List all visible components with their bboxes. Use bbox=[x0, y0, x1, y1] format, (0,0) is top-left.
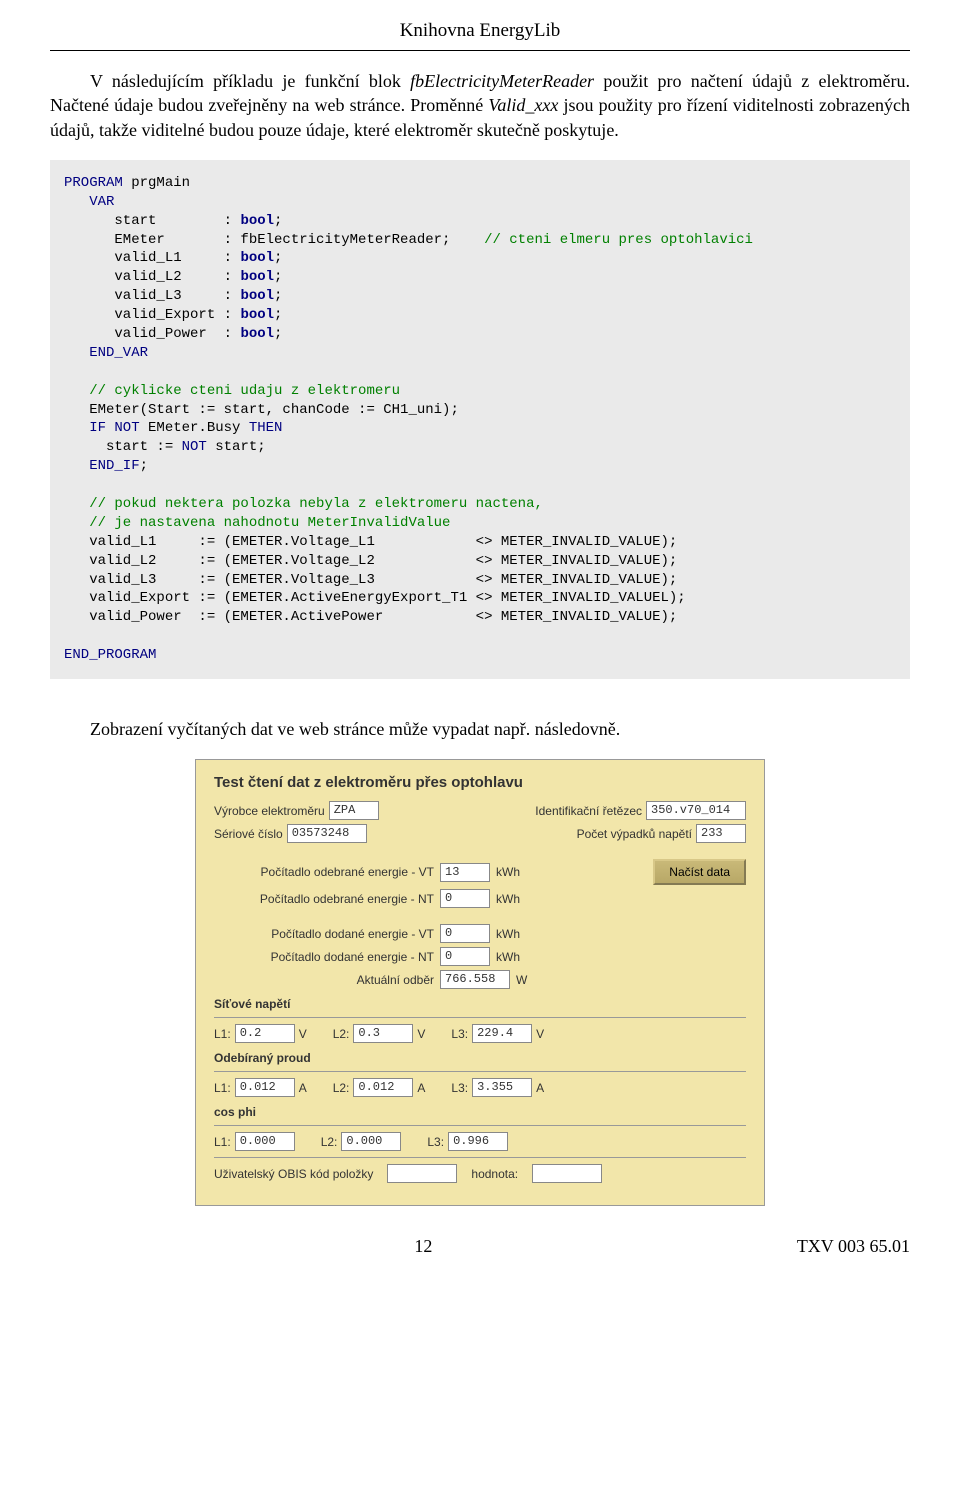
unit: kWh bbox=[496, 865, 520, 879]
row-cons-nt: Počítadlo odebrané energie - NT 0 kWh bbox=[214, 889, 746, 908]
label: L2: bbox=[333, 1027, 350, 1041]
rule bbox=[214, 1017, 746, 1018]
intro-paragraph: V následujícím příkladu je funkční blok … bbox=[50, 69, 910, 142]
load-data-button[interactable]: Načíst data bbox=[653, 859, 746, 885]
label: L3: bbox=[451, 1027, 468, 1041]
page-number: 12 bbox=[414, 1236, 432, 1257]
web-panel: Test čtení dat z elektroměru přes optohl… bbox=[195, 759, 765, 1206]
field-cons-nt[interactable]: 0 bbox=[440, 889, 490, 908]
field-v-l2[interactable]: 0.3 bbox=[353, 1024, 413, 1043]
label: Počet výpadků napětí bbox=[577, 827, 692, 841]
unit: V bbox=[299, 1027, 307, 1041]
label: hodnota: bbox=[471, 1167, 518, 1181]
field-i-l2[interactable]: 0.012 bbox=[353, 1078, 413, 1097]
label: Počítadlo dodané energie - VT bbox=[214, 927, 434, 941]
code-name-1: fbElectricityMeterReader bbox=[410, 71, 594, 91]
field-v-l3[interactable]: 229.4 bbox=[472, 1024, 532, 1043]
row-actual: Aktuální odběr 766.558 W bbox=[214, 970, 746, 989]
label: L1: bbox=[214, 1081, 231, 1095]
label: L2: bbox=[333, 1081, 350, 1095]
field-cons-vt[interactable]: 13 bbox=[440, 863, 490, 882]
label: L1: bbox=[214, 1135, 231, 1149]
text: V následujícím příkladu je funkční blok bbox=[90, 71, 410, 91]
field-i-l1[interactable]: 0.012 bbox=[235, 1078, 295, 1097]
label: Aktuální odběr bbox=[214, 973, 434, 987]
label: L1: bbox=[214, 1027, 231, 1041]
code-block: PROGRAM prgMain VAR start : bool; EMeter… bbox=[50, 160, 910, 679]
row-cons-vt: Počítadlo odebrané energie - VT 13 kWh N… bbox=[214, 859, 746, 885]
field-v-l1[interactable]: 0.2 bbox=[235, 1024, 295, 1043]
unit: V bbox=[536, 1027, 544, 1041]
label: Uživatelský OBIS kód položky bbox=[214, 1167, 373, 1181]
page-header: Knihovna EnergyLib bbox=[50, 20, 910, 42]
rule bbox=[214, 1157, 746, 1158]
rule bbox=[214, 1125, 746, 1126]
code-name-2: Valid_xxx bbox=[488, 95, 558, 115]
row-sup-vt: Počítadlo dodané energie - VT 0 kWh bbox=[214, 924, 746, 943]
label: Identifikační řetězec bbox=[535, 804, 642, 818]
label: Sériové číslo bbox=[214, 827, 283, 841]
unit: kWh bbox=[496, 950, 520, 964]
unit: A bbox=[536, 1081, 544, 1095]
row-current: L1:0.012A L2:0.012A L3:3.355A bbox=[214, 1078, 746, 1097]
header-rule bbox=[50, 50, 910, 51]
field-serial[interactable]: 03573248 bbox=[287, 824, 367, 843]
section-current: Odebíraný proud bbox=[214, 1051, 746, 1065]
field-actual[interactable]: 766.558 bbox=[440, 970, 510, 989]
row-serial: Sériové číslo 03573248 Počet výpadků nap… bbox=[214, 824, 746, 843]
unit: W bbox=[516, 973, 527, 987]
unit: V bbox=[417, 1027, 425, 1041]
row-voltage: L1: 0.2 V L2:0.3 V L3: 229.4 V bbox=[214, 1024, 746, 1043]
field-outage[interactable]: 233 bbox=[696, 824, 746, 843]
field-i-l3[interactable]: 3.355 bbox=[472, 1078, 532, 1097]
unit: kWh bbox=[496, 927, 520, 941]
field-sup-vt[interactable]: 0 bbox=[440, 924, 490, 943]
field-c-l3[interactable]: 0.996 bbox=[448, 1132, 508, 1151]
unit: A bbox=[417, 1081, 425, 1095]
label: Počítadlo dodané energie - NT bbox=[214, 950, 434, 964]
label: L3: bbox=[427, 1135, 444, 1149]
label: Výrobce elektroměru bbox=[214, 804, 325, 818]
field-hodnota[interactable] bbox=[532, 1164, 602, 1183]
row-manufacturer: Výrobce elektroměru ZPA Identifikační ře… bbox=[214, 801, 746, 820]
panel-title: Test čtení dat z elektroměru přes optohl… bbox=[214, 774, 746, 791]
field-c-l1[interactable]: 0.000 bbox=[235, 1132, 295, 1151]
label: Počítadlo odebrané energie - VT bbox=[214, 865, 434, 879]
row-obis: Uživatelský OBIS kód položky hodnota: bbox=[214, 1164, 746, 1183]
page-footer: 12 TXV 003 65.01 bbox=[50, 1236, 910, 1257]
section-voltage: Síťové napětí bbox=[214, 997, 746, 1011]
label: L2: bbox=[321, 1135, 338, 1149]
label: Počítadlo odebrané energie - NT bbox=[214, 892, 434, 906]
caption-paragraph: Zobrazení vyčítaných dat ve web stránce … bbox=[50, 717, 910, 741]
unit: kWh bbox=[496, 892, 520, 906]
field-obis[interactable] bbox=[387, 1164, 457, 1183]
field-sup-nt[interactable]: 0 bbox=[440, 947, 490, 966]
field-manufacturer[interactable]: ZPA bbox=[329, 801, 379, 820]
row-sup-nt: Počítadlo dodané energie - NT 0 kWh bbox=[214, 947, 746, 966]
row-cos: L1:0.000 L2:0.000 L3:0.996 bbox=[214, 1132, 746, 1151]
rule bbox=[214, 1071, 746, 1072]
doc-number: TXV 003 65.01 bbox=[797, 1236, 910, 1257]
field-c-l2[interactable]: 0.000 bbox=[341, 1132, 401, 1151]
label: L3: bbox=[451, 1081, 468, 1095]
section-cos: cos phi bbox=[214, 1105, 746, 1119]
document-page: Knihovna EnergyLib V následujícím příkla… bbox=[0, 0, 960, 1287]
unit: A bbox=[299, 1081, 307, 1095]
field-id[interactable]: 350.v70_014 bbox=[646, 801, 746, 820]
